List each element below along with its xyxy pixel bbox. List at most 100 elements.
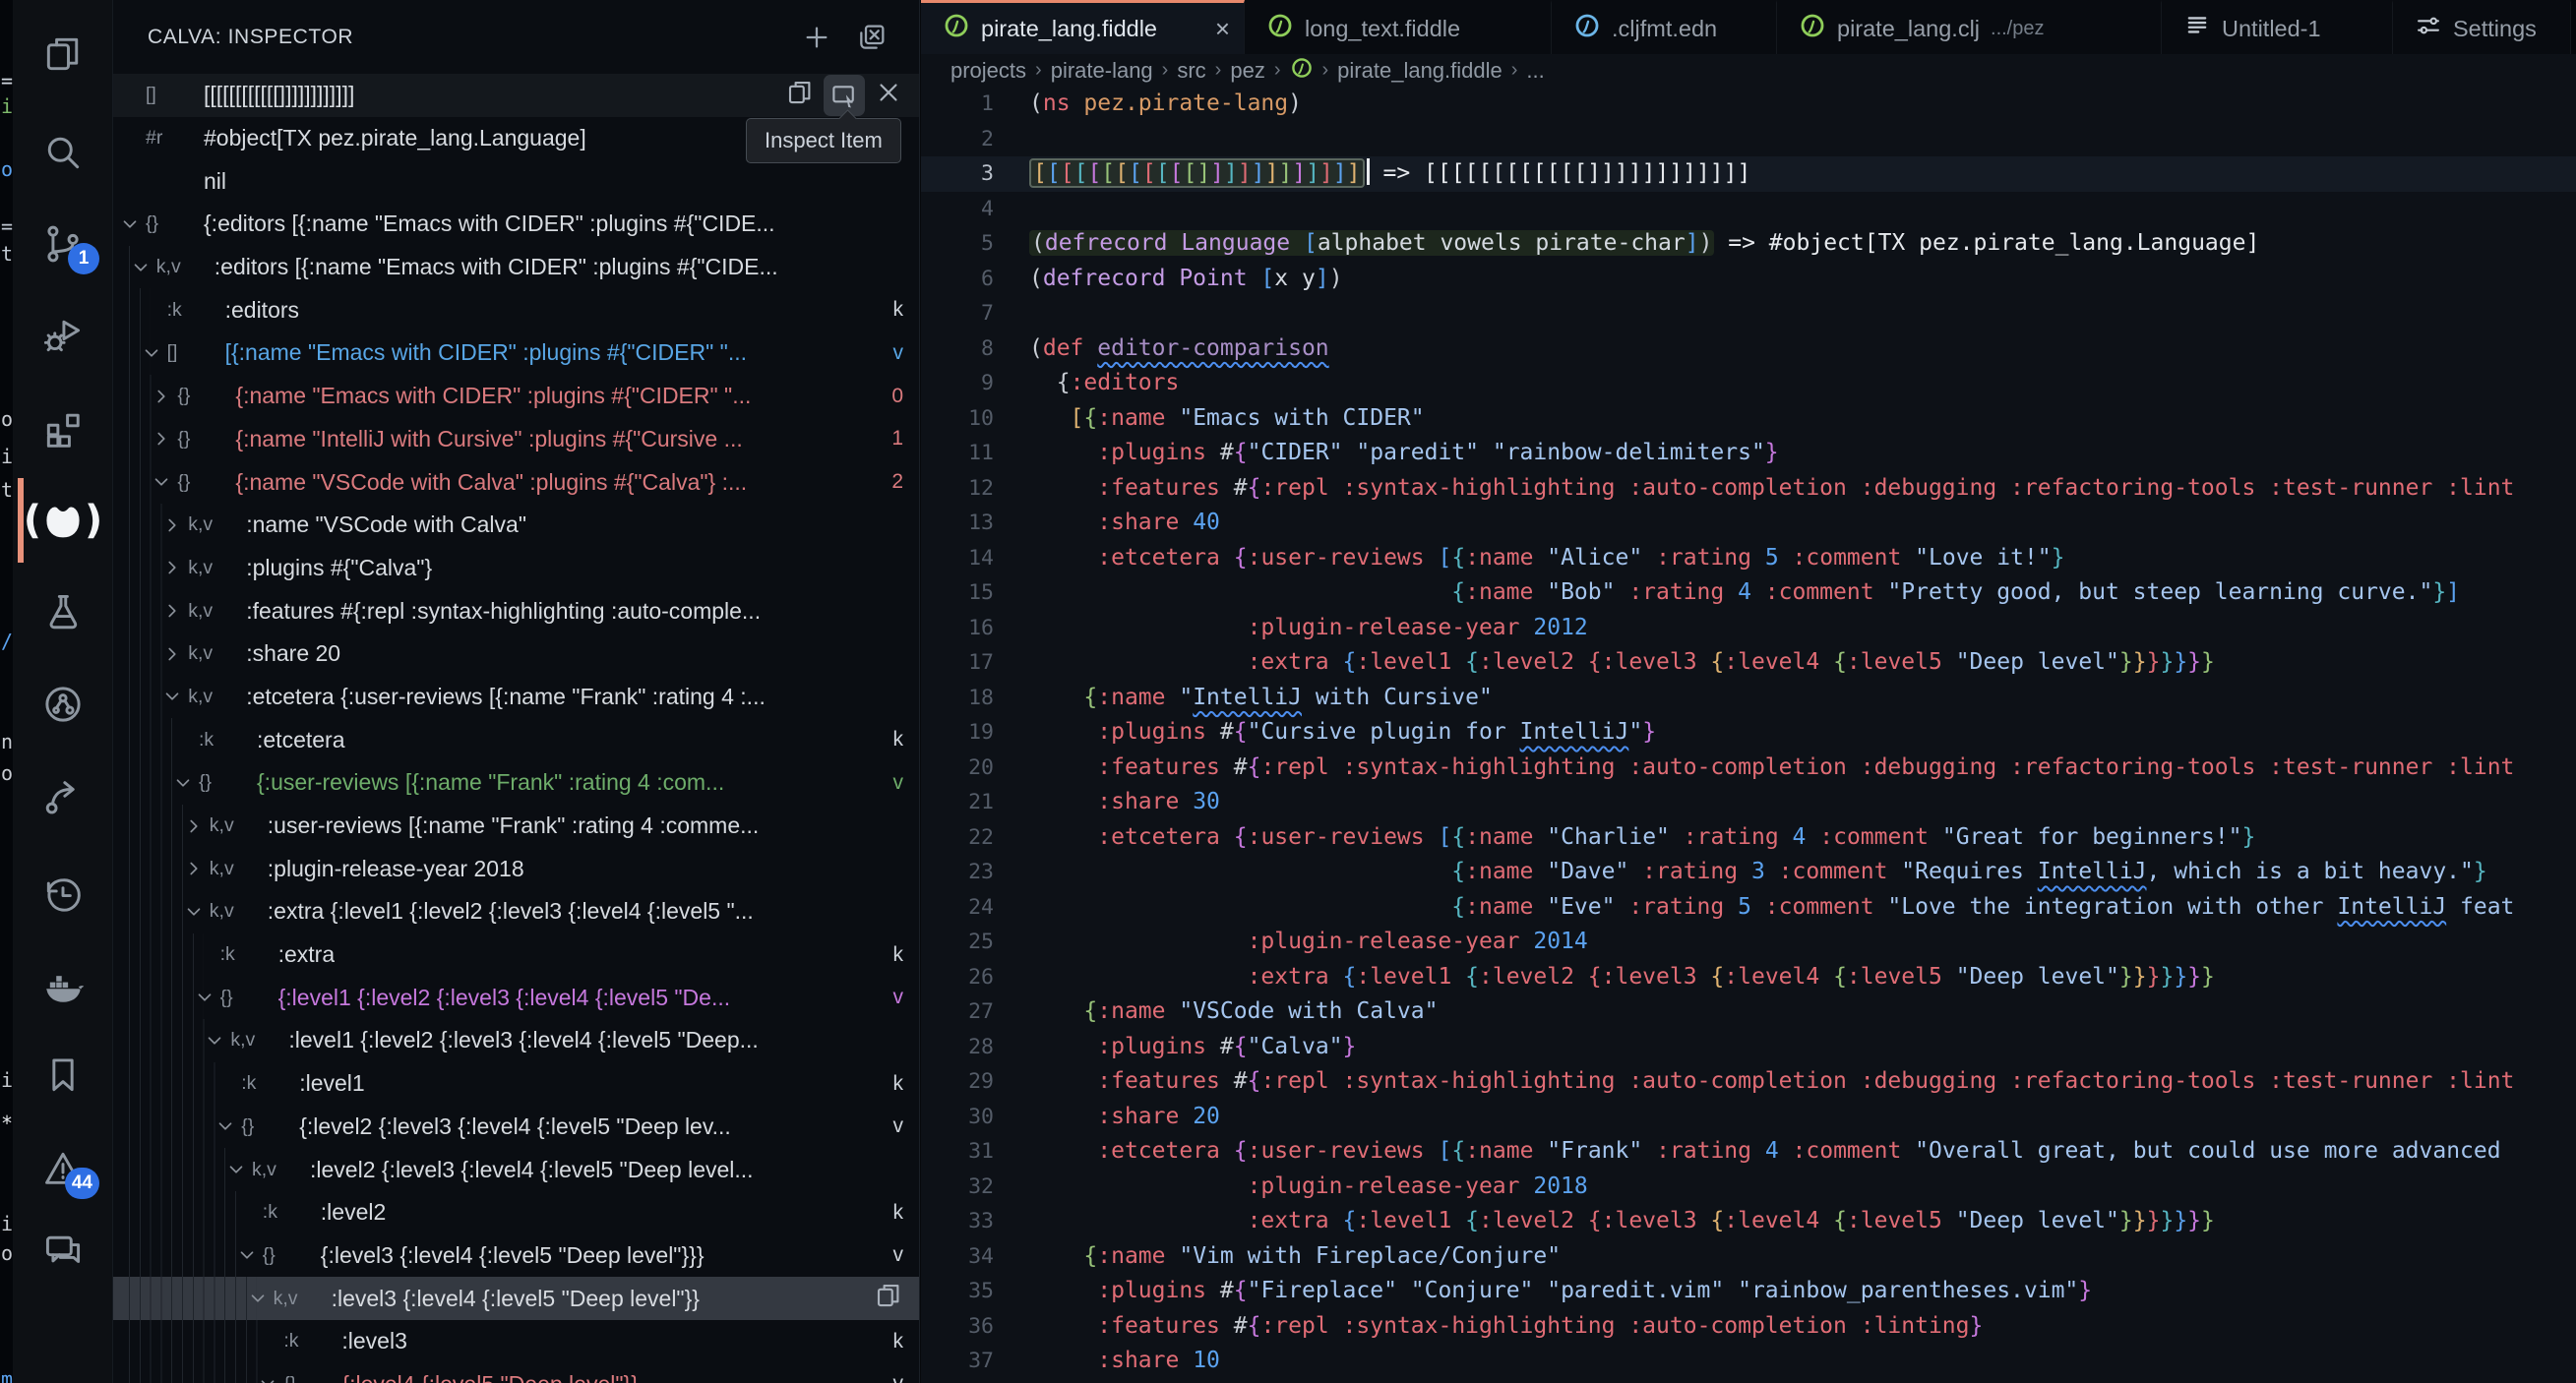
chevron-down-icon[interactable] [236, 1244, 263, 1266]
chevron-down-icon[interactable] [225, 1159, 252, 1180]
code-line[interactable]: 33 :extra {:level1 {:level2 {:level3 {:l… [921, 1204, 2576, 1239]
chevron-right-icon[interactable] [161, 557, 188, 578]
tree-row[interactable]: :k:level1 k [113, 1061, 919, 1106]
code-line[interactable]: 7 [921, 296, 2576, 331]
tree-row[interactable]: {} {:user-reviews [{:name "Frank" :rating… [113, 761, 919, 805]
breadcrumb-item[interactable]: pirate_lang.fiddle [1337, 58, 1503, 84]
code-line[interactable]: 30 :share 20 [921, 1100, 2576, 1135]
code-line[interactable]: 25 :plugin-release-year 2014 [921, 925, 2576, 960]
code-line[interactable]: 21 :share 30 [921, 785, 2576, 820]
tree-row[interactable]: [] [{:name "Emacs with CIDER" :plugins #{… [113, 331, 919, 375]
tree-row[interactable]: {} {:name "VSCode with Calva" :plugins #{… [113, 460, 919, 504]
breadcrumb[interactable]: projects › pirate-lang › src › pez › › pirate_lan… [921, 54, 2576, 87]
chevron-down-icon[interactable] [194, 987, 220, 1008]
code-line[interactable]: 5 (defrecord Language [alphabet vowels pi… [921, 226, 2576, 262]
chevron-down-icon[interactable] [161, 686, 188, 707]
tree-row[interactable]: {} {:level1 {:level2 {:level3 {:level4 {:… [113, 976, 919, 1020]
code-line[interactable]: 22 :etcetera {:user-reviews [{:name "Cha… [921, 820, 2576, 856]
close-tab-icon[interactable]: × [1201, 14, 1244, 44]
code-line[interactable]: 8 (def editor-comparison [921, 331, 2576, 367]
code-line[interactable]: 13 :share 40 [921, 506, 2576, 541]
chevron-right-icon[interactable] [151, 386, 177, 407]
close-icon[interactable] [874, 78, 903, 113]
copy-icon[interactable] [874, 1281, 903, 1316]
chevron-down-icon[interactable] [183, 901, 210, 923]
code-line[interactable]: 29 :features #{:repl :syntax-highlightin… [921, 1064, 2576, 1100]
tree-row[interactable]: {} {:name "Emacs with CIDER" :plugins #{"… [113, 374, 919, 418]
code-line[interactable]: 15 {:name "Bob" :rating 4 :comment "Pret… [921, 575, 2576, 611]
tree-row[interactable]: k,v:level2 {:level3 {:level4 {:level5 "D… [113, 1148, 919, 1191]
code-line[interactable]: 26 :extra {:level1 {:level2 {:level3 {:l… [921, 960, 2576, 995]
tree-row[interactable]: k,v:features #{:repl :syntax-highlightin… [113, 589, 919, 632]
code-line[interactable]: 1 (ns pez.pirate-lang) [921, 87, 2576, 122]
code-line[interactable]: 2 [921, 122, 2576, 157]
code-line[interactable]: 32 :plugin-release-year 2018 [921, 1170, 2576, 1205]
tree-row[interactable]: [] [[[[[[[[[[[[]]]]]]]]]]]] [113, 74, 919, 117]
code-line[interactable]: 34 {:name "Vim with Fireplace/Conjure" [921, 1239, 2576, 1275]
chevron-right-icon[interactable] [161, 600, 188, 622]
tree-row[interactable]: k,v:plugin-release-year 2018 [113, 847, 919, 891]
tree-row[interactable]: k,v:share 20 [113, 631, 919, 676]
chevron-down-icon[interactable] [257, 1373, 283, 1383]
tree-row[interactable]: {} {:editors [{:name "Emacs with CIDER" :… [113, 203, 919, 246]
tree-row[interactable]: :k:level3 k [113, 1319, 919, 1363]
tree-row[interactable]: {} {:level4 {:level5 "Deep level"}} v [113, 1362, 919, 1383]
chevron-down-icon[interactable] [130, 257, 156, 278]
tree-row[interactable]: :k:level2 k [113, 1190, 919, 1234]
tab-long_text.fiddle[interactable]: long_text.fiddle [1245, 0, 1552, 54]
code-line[interactable]: 35 :plugins #{"Fireplace" "Conjure" "par… [921, 1274, 2576, 1309]
chevron-down-icon[interactable] [247, 1288, 274, 1309]
chevron-down-icon[interactable] [204, 1030, 230, 1052]
code-line[interactable]: 36 :features #{:repl :syntax-highlightin… [921, 1309, 2576, 1345]
code-line[interactable]: 28 :plugins #{"Calva"} [921, 1030, 2576, 1065]
calva-icon[interactable]: () [13, 478, 113, 563]
share-icon[interactable] [13, 764, 113, 829]
tree-row[interactable]: {} {:level3 {:level4 {:level5 "Deep level… [113, 1233, 919, 1278]
code-line[interactable]: 6 (defrecord Point [x y]) [921, 262, 2576, 297]
code-line[interactable]: 12 :features #{:repl :syntax-highlightin… [921, 471, 2576, 507]
breadcrumb-item[interactable]: pirate-lang [1051, 58, 1153, 84]
tree-row[interactable]: {} {:level2 {:level3 {:level4 {:level5 "D… [113, 1105, 919, 1149]
search-icon[interactable] [13, 120, 113, 185]
tree-row[interactable]: k,v:editors [{:name "Emacs with CIDER" :… [113, 245, 919, 289]
chevron-down-icon[interactable] [215, 1115, 241, 1137]
chevron-right-icon[interactable] [183, 858, 210, 879]
tree-row[interactable]: k,v:name "VSCode with Calva" [113, 503, 919, 547]
source-control-icon[interactable]: 1 [13, 211, 113, 276]
tree-row[interactable]: k,v:user-reviews [{:name "Frank" :rating… [113, 804, 919, 848]
add-to-inspector-button[interactable] [801, 22, 832, 53]
debug-icon[interactable] [13, 303, 113, 368]
code-line[interactable]: 27 {:name "VSCode with Calva" [921, 994, 2576, 1030]
chevron-down-icon[interactable] [172, 772, 199, 794]
chevron-down-icon[interactable] [119, 213, 146, 235]
extensions-icon[interactable] [13, 395, 113, 460]
breadcrumb-item[interactable]: pez [1230, 58, 1264, 84]
code-line[interactable]: 16 :plugin-release-year 2012 [921, 611, 2576, 646]
tab-pirate_lang.clj[interactable]: pirate_lang.clj .../pez [1777, 0, 2162, 54]
tab-.cljfmt.edn[interactable]: .cljfmt.edn [1552, 0, 1777, 54]
code-line[interactable]: 37 :share 10 [921, 1344, 2576, 1379]
code-line[interactable]: 3[[[[[[[[[[[[]]]]]]]]]]]] => [[[[[[[[[[[… [921, 156, 2576, 192]
chevron-down-icon[interactable] [151, 471, 177, 493]
docker-icon[interactable] [13, 954, 113, 1019]
code-line[interactable]: 23 {:name "Dave" :rating 3 :comment "Req… [921, 855, 2576, 890]
code-line[interactable]: 17 :extra {:level1 {:level2 {:level3 {:l… [921, 645, 2576, 681]
code-line[interactable]: 18 {:name "IntelliJ with Cursive" [921, 681, 2576, 716]
tree-row[interactable]: k,v:level3 {:level4 {:level5 "Deep level… [113, 1277, 919, 1320]
tree-row[interactable]: {} {:name "IntelliJ with Cursive" :plugin… [113, 417, 919, 461]
code-line[interactable]: 31 :etcetera {:user-reviews [{:name "Fra… [921, 1134, 2576, 1170]
breadcrumb-item[interactable]: src [1177, 58, 1205, 84]
chevron-right-icon[interactable] [161, 643, 188, 665]
tree-row[interactable]: nil [113, 159, 919, 203]
tree-row[interactable]: k,v:etcetera {:user-reviews [{:name "Fra… [113, 675, 919, 719]
code-line[interactable]: 20 :features #{:repl :syntax-highlightin… [921, 751, 2576, 786]
copy-icon[interactable] [785, 78, 815, 113]
tree-row[interactable]: k,v:extra {:level1 {:level2 {:level3 {:l… [113, 890, 919, 933]
comment-icon[interactable] [13, 1219, 113, 1284]
breadcrumb-item[interactable]: ... [1526, 58, 1544, 84]
code-line[interactable]: 24 {:name "Eve" :rating 5 :comment "Love… [921, 890, 2576, 926]
code-line[interactable]: 14 :etcetera {:user-reviews [{:name "Ali… [921, 541, 2576, 576]
chevron-right-icon[interactable] [161, 514, 188, 536]
tab-Untitled-1[interactable]: Untitled-1 [2162, 0, 2393, 54]
files-icon[interactable] [13, 22, 113, 87]
